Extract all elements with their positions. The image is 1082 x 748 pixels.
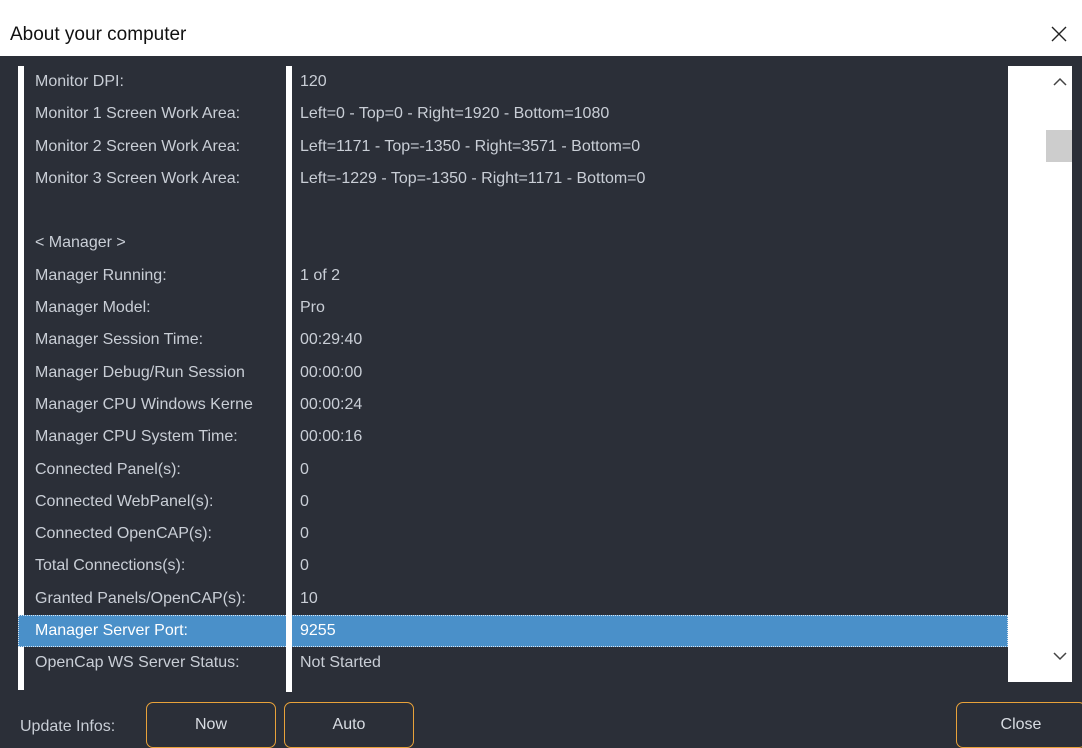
info-key: Connected WebPanel(s): (35, 492, 214, 510)
close-button[interactable]: Close (956, 702, 1082, 748)
info-value: 120 (300, 73, 327, 90)
info-key: Connected OpenCAP(s): (35, 525, 212, 543)
info-value: 0 (300, 492, 309, 510)
auto-button[interactable]: Auto (284, 702, 414, 748)
info-value: 0 (300, 460, 309, 478)
info-value: 0 (300, 525, 309, 543)
info-value: 00:00:16 (300, 428, 363, 446)
info-value: Not Started (300, 654, 381, 672)
chevron-up-icon (1053, 77, 1067, 86)
info-rows: Monitor DPI: 120 Monitor 1 Screen Work Are… (18, 66, 1008, 680)
info-value: Pro (300, 299, 325, 317)
info-value: 1 of 2 (300, 266, 341, 284)
info-row[interactable]: Manager Session Time: 00:29:40 (18, 324, 1008, 356)
now-button[interactable]: Now (146, 702, 276, 748)
info-list[interactable]: Monitor DPI: 120 Monitor 1 Screen Work Are… (18, 66, 1008, 692)
info-row[interactable]: Granted Panels/OpenCAP(s): 10 (18, 583, 1008, 615)
info-row[interactable]: Manager CPU Windows Kerne 00:00:24 (18, 389, 1008, 421)
info-value: Left=1171 - Top=-1350 - Right=3571 - Bot… (300, 137, 641, 155)
info-row[interactable]: Connected Panel(s): 0 (18, 454, 1008, 486)
info-row[interactable]: Connected OpenCAP(s): 0 (18, 518, 1008, 550)
info-key: Monitor 1 Screen Work Area: (35, 105, 241, 123)
info-row[interactable]: Monitor DPI: 120 (18, 66, 1008, 98)
update-infos-label: Update Infos: (20, 718, 116, 735)
info-value: 00:00:00 (300, 363, 363, 381)
content-area: Monitor DPI: 120 Monitor 1 Screen Work Are… (0, 56, 1082, 692)
info-value: 0 (300, 557, 309, 575)
scroll-up-button[interactable] (1048, 66, 1072, 98)
window-title: About your computer (10, 24, 187, 45)
info-row[interactable]: Connected WebPanel(s): 0 (18, 486, 1008, 518)
info-value: 10 (300, 589, 318, 607)
footer-bar: Update Infos: Now Auto Close (0, 690, 1082, 748)
scrollbar-thumb[interactable] (1046, 130, 1072, 162)
info-row[interactable]: Manager CPU System Time: 00:00:16 (18, 421, 1008, 453)
info-row[interactable]: Total Connections(s): 0 (18, 550, 1008, 582)
info-key: Total Connections(s): (35, 557, 186, 575)
info-row[interactable]: Manager Running: 1 of 2 (18, 260, 1008, 292)
info-row[interactable]: Manager Model: Pro (18, 292, 1008, 324)
info-value: 00:00:24 (300, 395, 363, 413)
info-value: Left=-1229 - Top=-1350 - Right=1171 - Bo… (300, 169, 646, 187)
info-key: Manager Session Time: (35, 331, 204, 349)
close-window-button[interactable] (1036, 14, 1082, 54)
info-key: Manager Running: (35, 266, 167, 284)
info-row[interactable]: Manager Server Port: 9255 (18, 615, 1008, 648)
info-key: Granted Panels/OpenCAP(s): (35, 589, 246, 607)
info-row[interactable]: OpenCap WS Server Status: Not Started (18, 647, 1008, 679)
info-value: 9255 (300, 622, 336, 640)
info-key: Monitor DPI: (35, 73, 124, 90)
chevron-down-icon (1053, 652, 1067, 661)
scroll-down-button[interactable] (1048, 640, 1072, 672)
info-key: Manager Server Port: (35, 622, 188, 640)
info-key: Manager Model: (35, 299, 151, 317)
info-row[interactable] (18, 195, 1008, 227)
info-row[interactable]: Monitor 2 Screen Work Area: Left=1171 - T… (18, 131, 1008, 163)
info-row[interactable]: Monitor 3 Screen Work Area: Left=-1229 - … (18, 163, 1008, 195)
info-key: Manager Debug/Run Session (35, 363, 245, 381)
info-key: Connected Panel(s): (35, 460, 181, 478)
info-value: 00:29:40 (300, 331, 363, 349)
info-value: Left=0 - Top=0 - Right=1920 - Bottom=108… (300, 105, 610, 123)
info-row[interactable]: Monitor 1 Screen Work Area: Left=0 - Top=… (18, 98, 1008, 130)
info-key: Manager CPU System Time: (35, 428, 238, 446)
info-row[interactable]: Manager Debug/Run Session 00:00:00 (18, 357, 1008, 389)
info-key: < Manager > (35, 234, 126, 252)
info-key: Manager CPU Windows Kerne (35, 395, 253, 413)
info-key: OpenCap WS Server Status: (35, 654, 240, 672)
close-icon (1051, 26, 1067, 42)
info-row[interactable]: < Manager > (18, 227, 1008, 259)
info-key: Monitor 2 Screen Work Area: (35, 137, 241, 155)
title-bar: About your computer (0, 0, 1082, 56)
info-key: Monitor 3 Screen Work Area: (35, 169, 241, 187)
column-divider[interactable] (286, 66, 292, 692)
